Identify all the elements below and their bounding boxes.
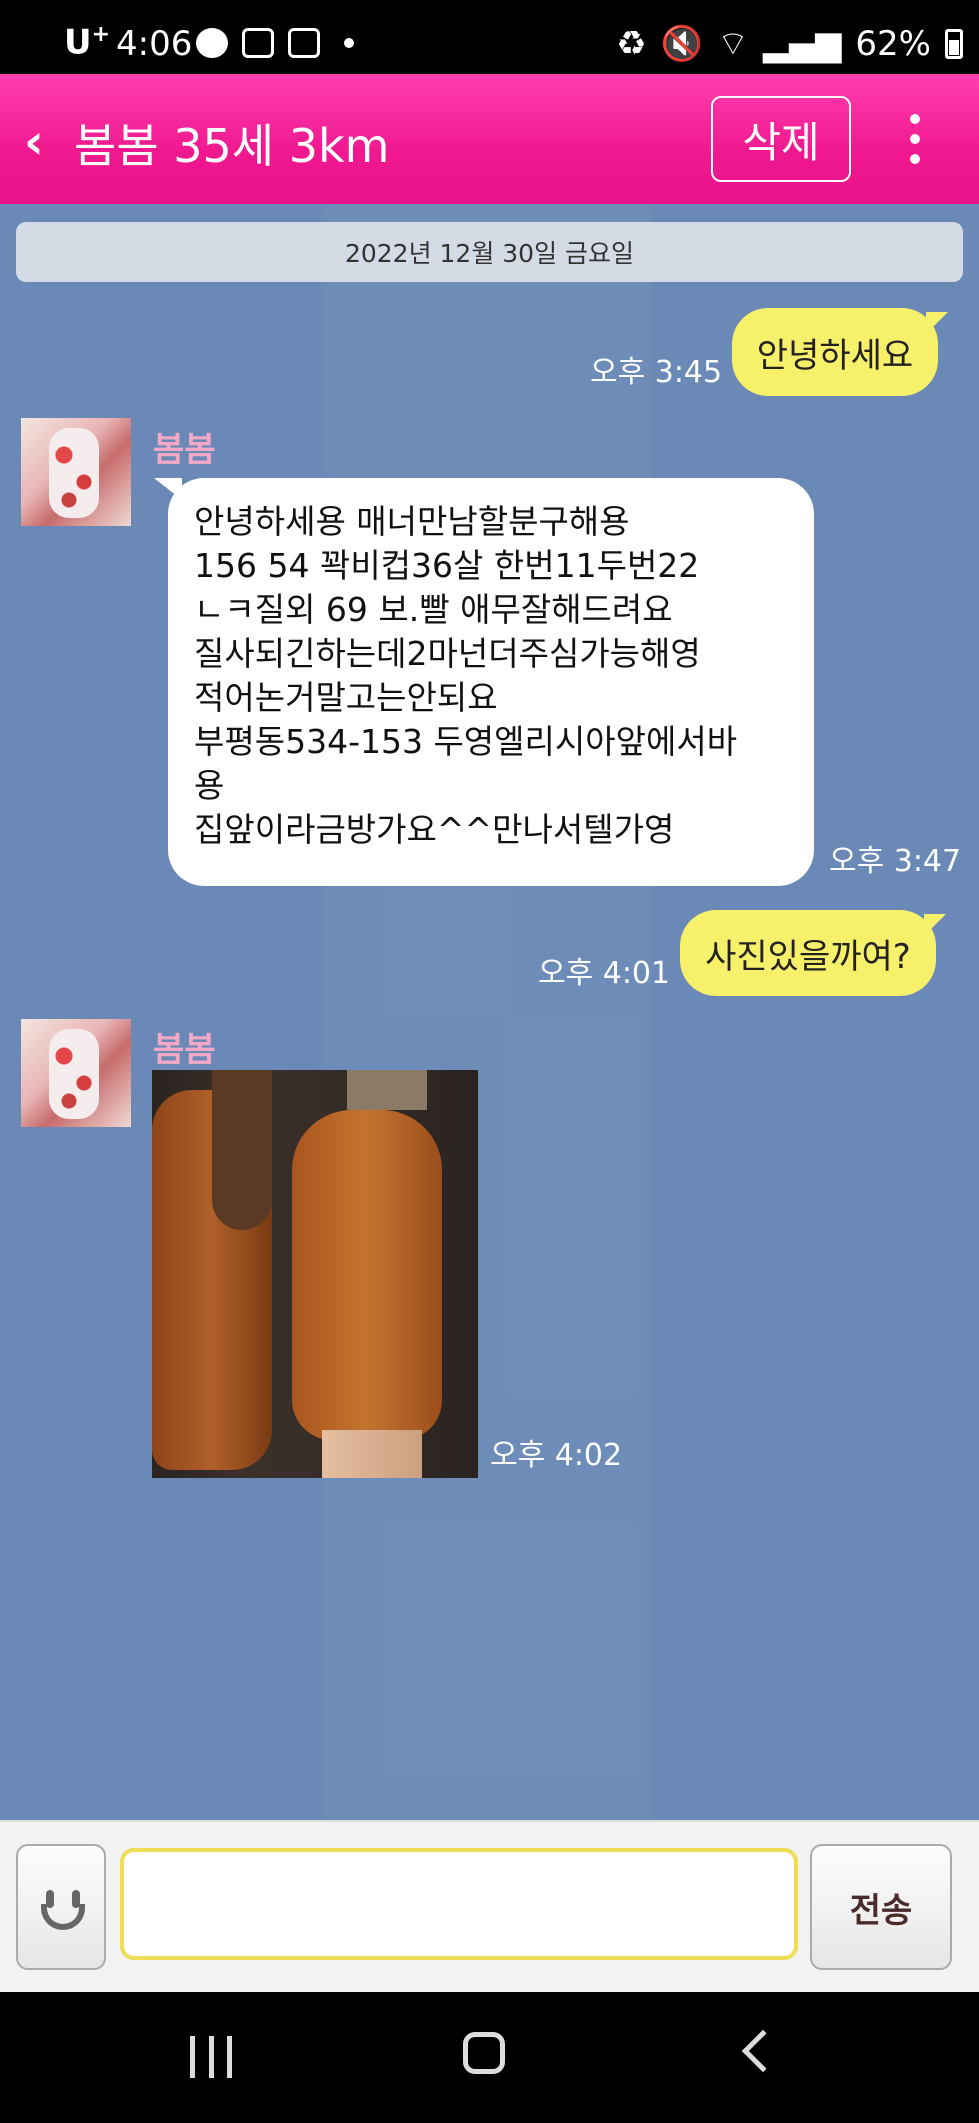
sender-name: 봄봄 <box>153 430 216 470</box>
signal-icon: ▂▄▆ <box>762 23 842 64</box>
carrier-label: U+ <box>64 22 111 63</box>
mute-icon: 🔇 <box>660 23 703 64</box>
battery-percent: 62% <box>855 23 931 64</box>
battery-saver-icon: ♻ <box>616 23 647 64</box>
message-time: 오후 4:02 <box>490 1438 623 1473</box>
home-icon[interactable] <box>463 2032 505 2074</box>
message-input[interactable] <box>120 1848 798 1960</box>
more-notifications-icon <box>344 38 354 48</box>
my-message-bubble[interactable]: 사진있을까여? <box>680 910 946 996</box>
message-input-bar: 전송 <box>0 1820 979 1992</box>
status-time: 4:06 <box>116 24 193 64</box>
delete-button[interactable]: 삭제 <box>711 96 851 182</box>
chat-title: 봄봄 35세 3km <box>74 119 390 173</box>
avatar[interactable] <box>21 1019 131 1127</box>
wifi-icon: ⌔ <box>717 24 749 64</box>
notification-app-icon <box>196 28 228 58</box>
chevron-left-icon[interactable]: ‹ <box>24 114 44 170</box>
smiley-icon[interactable] <box>16 1844 106 1970</box>
sender-name: 봄봄 <box>153 1030 216 1070</box>
message-time: 오후 3:47 <box>829 844 962 879</box>
battery-icon <box>945 28 963 59</box>
chat-header: ‹ 봄봄 35세 3km 삭제 <box>0 74 979 204</box>
back-icon[interactable] <box>741 2029 785 2073</box>
message-time: 오후 3:45 <box>590 355 723 390</box>
date-divider: 2022년 12월 30일 금요일 <box>16 222 963 282</box>
system-nav-bar <box>0 1992 979 2123</box>
calendar-icon <box>242 28 274 58</box>
more-vertical-icon[interactable] <box>900 114 930 164</box>
message-time: 오후 4:01 <box>538 956 671 991</box>
their-message-bubble[interactable]: 안녕하세용 매너만남할분구해용 156 54 꽉비컵36살 한번11두번22 ㄴ… <box>154 478 814 886</box>
recents-icon[interactable] <box>190 2036 232 2078</box>
send-button[interactable]: 전송 <box>810 1844 952 1970</box>
status-bar: U+ 4:06 ♻ 🔇 ⌔ ▂▄▆ 62% <box>0 0 979 74</box>
photo-message[interactable] <box>152 1070 478 1478</box>
chat-area[interactable]: 2022년 12월 30일 금요일 오후 3:45 안녕하세요 봄봄 안녕하세용… <box>0 204 979 1820</box>
my-message-bubble[interactable]: 안녕하세요 <box>732 308 948 396</box>
gallery-icon <box>288 28 320 58</box>
avatar[interactable] <box>21 418 131 526</box>
